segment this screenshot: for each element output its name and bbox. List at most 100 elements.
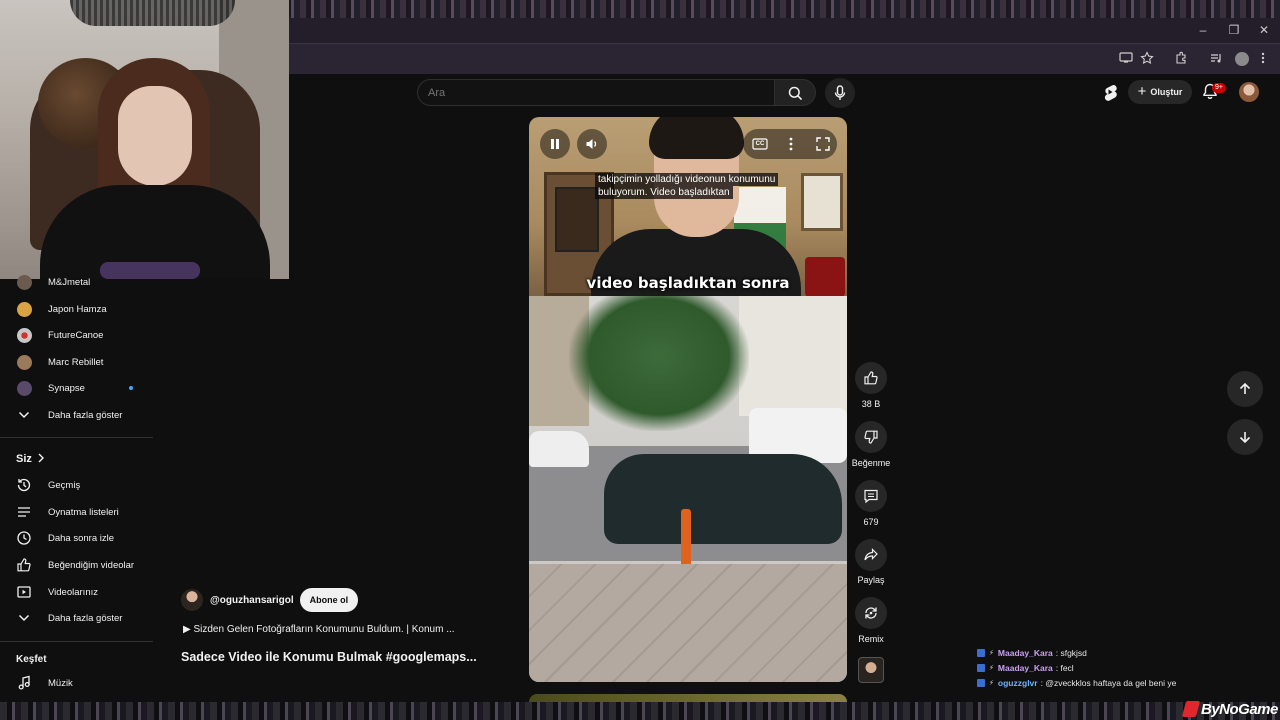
avatar: [16, 354, 32, 370]
avatar[interactable]: [181, 589, 203, 611]
fullscreen-button[interactable]: [810, 131, 836, 157]
sidebar-item-label: Oynatma listeleri: [48, 506, 119, 518]
lightning-icon: ⚡: [989, 665, 994, 672]
arrow-up-icon: [1239, 382, 1251, 394]
pause-button[interactable]: [540, 129, 570, 159]
search-input[interactable]: [428, 84, 758, 102]
video-frame-street: [529, 296, 847, 682]
minimize-button[interactable]: –: [1195, 22, 1211, 38]
streamer-watermark: ByNoGame: [1181, 698, 1278, 720]
remix-icon: [865, 607, 877, 619]
account-avatar[interactable]: [1239, 82, 1259, 102]
avatar: [16, 380, 32, 396]
like-icon: [16, 557, 32, 573]
remix-button[interactable]: [855, 597, 887, 629]
sidebar-item-marc-rebillet[interactable]: Marc Rebillet: [0, 349, 153, 375]
shorts-logo-icon[interactable]: [1101, 83, 1119, 101]
share-button[interactable]: [855, 539, 887, 571]
your-videos-icon: [16, 584, 32, 600]
notifications-badge: 9+: [1212, 83, 1226, 93]
playlist-link[interactable]: ▶ Sizden Gelen Fotoğrafların Konumunu Bu…: [183, 624, 455, 635]
microphone-icon: [834, 85, 846, 100]
chat-text: : sfgkjsd: [1055, 648, 1087, 658]
chat-text: : @zveckklos haftaya da gel beni ye: [1040, 678, 1177, 688]
show-more-label: Daha fazla göster: [48, 612, 123, 624]
bookmark-star-icon[interactable]: [1140, 51, 1156, 67]
sidebar-item-japon-hamza[interactable]: Japon Hamza: [0, 296, 153, 322]
sidebar-item-synapse[interactable]: Synapse: [0, 375, 153, 401]
video-traffic-cone: [681, 509, 691, 564]
thumbs-up-icon: [864, 371, 878, 385]
video-title[interactable]: Sadece Video ile Konumu Bulmak #googlema…: [181, 650, 477, 664]
sidebar-item-playlists[interactable]: Oynatma listeleri: [0, 499, 153, 525]
media-control-icon[interactable]: [1209, 51, 1225, 67]
video-white-car: [529, 431, 589, 467]
chat-badge-icon: [977, 664, 985, 672]
lightning-icon: ⚡: [989, 650, 994, 657]
channel-avatar: [16, 301, 32, 317]
chat-text: : fecl: [1055, 663, 1074, 673]
shorts-player[interactable]: takipçimin yolladığı videonun konumunu b…: [529, 117, 847, 682]
sidebar-divider: [0, 437, 153, 438]
sound-source-thumbnail[interactable]: [858, 657, 884, 683]
previous-short-button[interactable]: [1227, 371, 1263, 407]
channel-avatar: [16, 327, 32, 343]
show-more-label: Daha fazla göster: [48, 409, 123, 421]
music-icon: [16, 675, 32, 691]
dislike-label: Beğenme: [851, 458, 891, 468]
install-app-icon[interactable]: [1119, 51, 1135, 67]
captions-button[interactable]: CC: [747, 131, 773, 157]
history-icon: [16, 477, 32, 493]
video-dark-car: [604, 454, 842, 544]
sidebar-item-music[interactable]: Müzik: [0, 670, 153, 696]
chat-username: oguzzglvr: [997, 678, 1038, 688]
sidebar-item-label: Marc Rebillet: [48, 356, 104, 368]
sidebar-item-watch-later[interactable]: Daha sonra izle: [0, 525, 153, 551]
like-button[interactable]: [855, 362, 887, 394]
video-poster: [555, 187, 599, 252]
subscribe-button[interactable]: Abone ol: [299, 588, 359, 612]
show-more-subscriptions-button[interactable]: Daha fazla göster: [0, 402, 153, 428]
sidebar-item-mjmetal[interactable]: M&Jmetal: [0, 269, 153, 295]
next-short-button[interactable]: [1227, 419, 1263, 455]
channel-avatar: [16, 354, 32, 370]
dislike-button[interactable]: [855, 421, 887, 453]
webcam-overlay: [0, 0, 289, 279]
chevron-right-icon[interactable]: [38, 453, 44, 463]
arrow-down-icon: [1239, 432, 1251, 444]
more-options-button[interactable]: [778, 131, 804, 157]
search-icon: [788, 86, 803, 101]
sidebar-item-liked-videos[interactable]: Beğendiğim videolar: [0, 552, 153, 578]
create-button[interactable]: + Oluştur: [1128, 80, 1192, 104]
sidebar-item-label: Synapse: [48, 382, 85, 394]
sidebar-item-your-videos[interactable]: Videolarınız: [0, 579, 153, 605]
webcam-streamer-face: [118, 86, 192, 186]
voice-search-button[interactable]: [825, 78, 855, 108]
caption-line-2: buluyorum. Video başladıktan: [595, 186, 733, 199]
extensions-icon[interactable]: [1174, 51, 1190, 67]
video-tree: [569, 296, 749, 431]
video-presenter-hair: [649, 117, 744, 159]
search-button[interactable]: [775, 79, 816, 106]
sidebar-item-history[interactable]: Geçmiş: [0, 472, 153, 498]
avatar: [16, 301, 32, 317]
comments-button[interactable]: [855, 480, 887, 512]
browser-menu-icon[interactable]: [1256, 51, 1272, 67]
sidebar-item-futurecanoe[interactable]: FutureCanoe: [0, 322, 153, 348]
chat-username: Maaday_Kara: [997, 663, 1053, 673]
volume-icon: [586, 139, 597, 149]
volume-button[interactable]: [577, 129, 607, 159]
sidebar-item-label: Beğendiğim videolar: [48, 559, 135, 571]
pause-icon: [551, 139, 559, 149]
sidebar-item-label: M&Jmetal: [48, 276, 91, 288]
you-section-heading[interactable]: Siz: [16, 453, 32, 465]
restore-button[interactable]: ❐: [1226, 22, 1242, 38]
next-short-preview[interactable]: [529, 694, 847, 702]
lightning-icon: ⚡: [989, 680, 994, 687]
browser-profile-avatar[interactable]: [1235, 52, 1249, 66]
channel-name[interactable]: @oguzhansarigol: [210, 595, 294, 606]
sidebar-item-label: FutureCanoe: [48, 329, 104, 341]
show-more-you-button[interactable]: Daha fazla göster: [0, 605, 153, 631]
search-box[interactable]: [417, 79, 775, 106]
close-window-button[interactable]: ✕: [1256, 22, 1272, 38]
